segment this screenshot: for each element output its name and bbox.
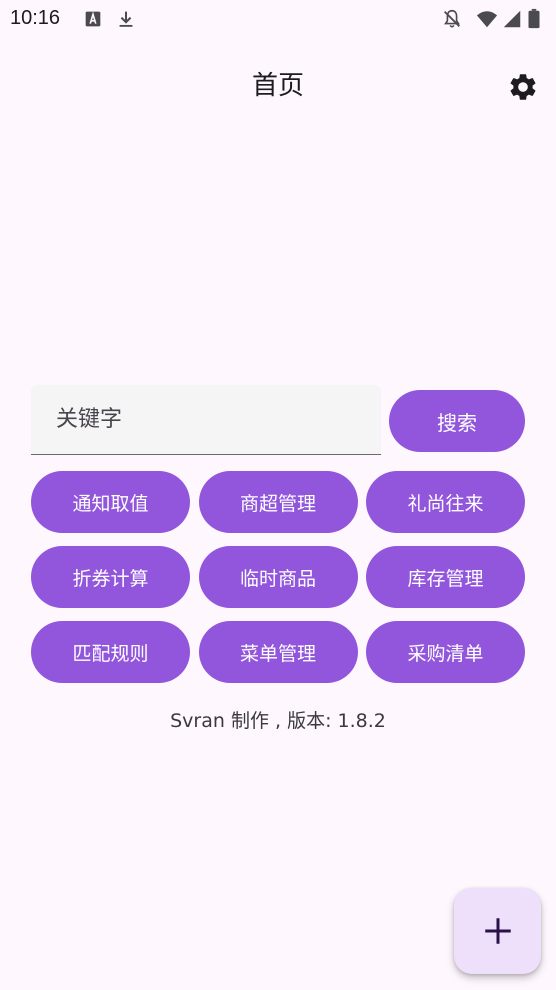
coupon-calculation-button[interactable]: 折券计算 [31, 546, 190, 608]
app-bar: 首页 [0, 58, 556, 118]
action-button-grid: 通知取值 商超管理 礼尚往来 折券计算 临时商品 库存管理 匹配规则 菜单管理 … [31, 471, 525, 683]
gear-icon [510, 74, 536, 100]
status-bar: 10:16 [0, 0, 556, 40]
page-title: 首页 [251, 71, 304, 101]
gift-exchange-button[interactable]: 礼尚往来 [366, 471, 525, 533]
version-text: Svran 制作 , 版本: 1.8.2 [170, 710, 386, 732]
settings-button[interactable] [506, 70, 540, 104]
signal-icon [501, 8, 523, 30]
download-icon [115, 8, 137, 30]
notification-value-button[interactable]: 通知取值 [31, 471, 190, 533]
supermarket-management-button[interactable]: 商超管理 [198, 471, 358, 533]
menu-management-button[interactable]: 菜单管理 [198, 621, 358, 683]
inventory-management-button[interactable]: 库存管理 [366, 546, 525, 608]
status-time: 10:16 [10, 7, 61, 29]
purchase-list-button[interactable]: 采购清单 [366, 621, 525, 683]
matching-rules-button[interactable]: 匹配规则 [31, 621, 190, 683]
battery-icon [526, 8, 542, 30]
wifi-icon [476, 8, 498, 30]
notifications-off-icon [441, 8, 463, 30]
search-input[interactable] [31, 385, 381, 455]
text-a-icon [82, 8, 104, 30]
search-button[interactable]: 搜索 [389, 390, 525, 452]
temporary-goods-button[interactable]: 临时商品 [198, 546, 358, 608]
plus-icon [484, 918, 511, 944]
add-fab-button[interactable] [454, 888, 541, 974]
